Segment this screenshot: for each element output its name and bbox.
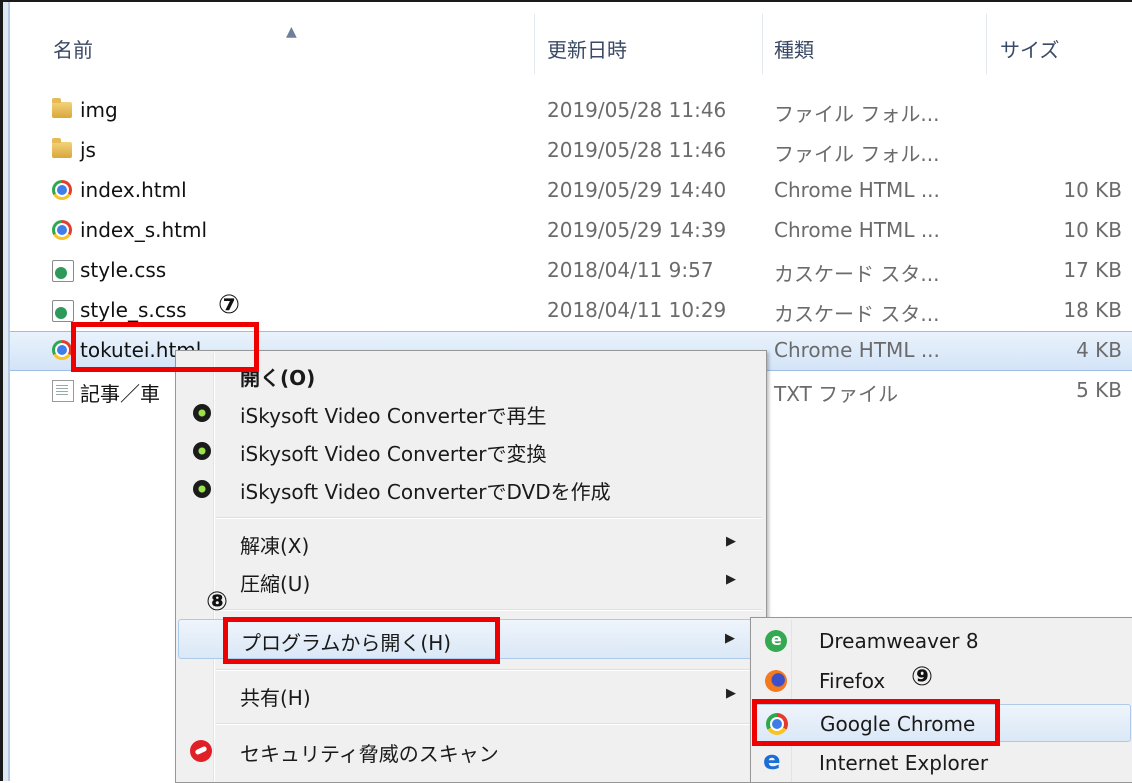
file-size: 18 KB [1063,298,1122,322]
menu-item-label: 解凍(X) [240,534,310,558]
firefox-icon [765,670,787,692]
highlight-box-step7 [71,322,259,372]
submenu-item-dreamweaver[interactable]: Dreamweaver 8 [753,622,1131,660]
dreamweaver-icon [765,630,787,652]
sort-ascending-icon: ▲ [286,24,297,40]
file-date: 2019/05/29 14:40 [547,178,727,202]
column-divider[interactable] [986,14,987,74]
file-size: 10 KB [1063,178,1122,202]
menu-separator [216,609,762,611]
file-name: img [80,98,118,122]
file-date: 2019/05/28 11:46 [547,98,727,122]
file-type: ファイル フォル... [774,102,940,126]
file-type: カスケード スタ... [774,302,940,326]
column-header-date[interactable]: 更新日時 [547,34,627,63]
submenu-arrow-icon: ▶ [726,534,736,549]
menu-item-security-scan[interactable]: セキュリティ脅威のスキャン [178,733,764,769]
chrome-icon [52,180,72,200]
file-name: index.html [80,178,187,202]
file-name: js [80,138,96,162]
file-type: カスケード スタ... [774,262,940,286]
iskysoft-icon [193,442,211,460]
column-divider[interactable] [534,14,535,74]
submenu-arrow-icon: ▶ [726,686,736,701]
file-row-style-css[interactable]: style.css 2018/04/11 9:57 カスケード スタ... 17… [10,251,1132,291]
css-file-icon [52,260,74,282]
step-7-marker: ⑦ [218,290,241,320]
file-row-js[interactable]: js 2019/05/28 11:46 ファイル フォル... [10,131,1132,171]
file-size: 4 KB [1076,338,1122,362]
file-date: 2018/04/11 10:29 [547,298,727,322]
file-row-img[interactable]: img 2019/05/28 11:46 ファイル フォル... [10,91,1132,131]
file-date: 2019/05/28 11:46 [547,138,727,162]
css-file-icon [52,300,74,322]
menu-separator [216,723,762,725]
file-type: Chrome HTML ... [774,178,940,202]
menu-separator [216,669,762,671]
menu-item-open[interactable]: 開く(O) [178,357,764,393]
menu-item-share[interactable]: 共有(H) ▶ [178,677,764,713]
menu-item-label: 圧縮(U) [240,572,311,596]
menu-item-label: iSkysoft Video Converterで変換 [240,442,547,466]
file-row-index-s-html[interactable]: index_s.html 2019/05/29 14:39 Chrome HTM… [10,211,1132,251]
step-9-marker: ⑨ [911,662,934,692]
folder-icon [52,98,72,118]
file-type: Chrome HTML ... [774,338,940,362]
menu-separator [216,517,762,519]
file-name: style.css [80,258,167,282]
file-name: style_s.css [80,298,187,322]
file-size: 10 KB [1063,218,1122,242]
file-size: 17 KB [1063,258,1122,282]
submenu-arrow-icon: ▶ [726,572,736,587]
menu-item-iskysoft-dvd[interactable]: iSkysoft Video ConverterでDVDを作成 [178,471,764,507]
file-row-index-html[interactable]: index.html 2019/05/29 14:40 Chrome HTML … [10,171,1132,211]
menu-item-label: 共有(H) [240,686,311,710]
submenu-arrow-icon: ▶ [725,631,735,646]
column-header-type[interactable]: 種類 [774,34,814,63]
file-size: 5 KB [1076,378,1122,402]
submenu-item-label: Internet Explorer [819,751,989,775]
chrome-icon [52,220,72,240]
step-8-marker: ⑧ [206,587,229,617]
trend-micro-icon [190,740,212,762]
file-date: 2018/04/11 9:57 [547,258,714,282]
submenu-item-internet-explorer[interactable]: e Internet Explorer [753,744,1131,782]
iskysoft-icon [193,404,211,422]
menu-item-iskysoft-play[interactable]: iSkysoft Video Converterで再生 [178,395,764,431]
menu-item-label: iSkysoft Video Converterで再生 [240,404,547,428]
column-divider[interactable] [762,14,763,74]
internet-explorer-icon: e [763,746,781,776]
file-type: TXT ファイル [774,382,899,406]
menu-item-label: iSkysoft Video ConverterでDVDを作成 [240,480,611,504]
submenu-item-label: Firefox [819,669,886,693]
text-file-icon [52,380,74,402]
file-name: index_s.html [80,218,208,242]
context-menu: 開く(O) iSkysoft Video Converterで再生 iSkyso… [175,350,767,783]
menu-item-iskysoft-convert[interactable]: iSkysoft Video Converterで変換 [178,433,764,469]
iskysoft-icon [193,480,211,498]
column-header-name[interactable]: 名前 [53,34,93,63]
submenu-item-firefox[interactable]: Firefox [753,662,1131,700]
file-name: 記事／車 [80,382,160,406]
column-header-bar: ▲ 名前 更新日時 種類 サイズ [10,2,1132,76]
highlight-box-step8 [223,617,500,664]
file-date: 2019/05/29 14:39 [547,218,727,242]
submenu-item-label: Dreamweaver 8 [819,629,979,653]
highlight-box-step9 [752,699,1000,746]
file-type: ファイル フォル... [774,142,940,166]
folder-icon [52,138,72,158]
menu-item-extract[interactable]: 解凍(X) ▶ [178,525,764,561]
file-type: Chrome HTML ... [774,218,940,242]
menu-item-label: セキュリティ脅威のスキャン [240,742,499,766]
column-header-size[interactable]: サイズ [1000,34,1059,63]
chrome-icon [52,340,72,360]
menu-item-compress[interactable]: 圧縮(U) ▶ [178,563,764,599]
